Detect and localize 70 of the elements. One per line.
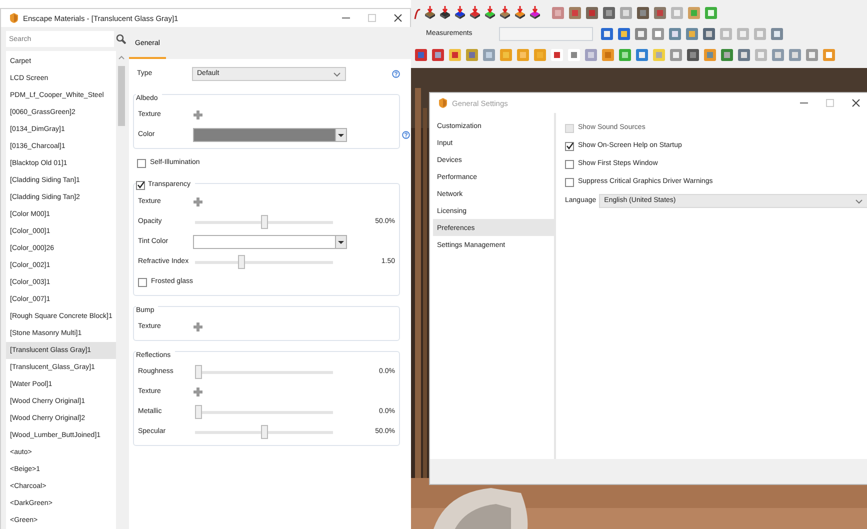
close-icon[interactable] bbox=[852, 99, 860, 107]
tool-icon[interactable] bbox=[567, 48, 581, 62]
curve-icon[interactable] bbox=[414, 6, 421, 20]
maximize-icon[interactable] bbox=[826, 99, 834, 107]
tool-icon[interactable] bbox=[601, 48, 615, 62]
slider-thumb[interactable] bbox=[238, 255, 246, 270]
slider-track[interactable] bbox=[195, 405, 333, 420]
slider-track[interactable] bbox=[195, 255, 333, 270]
slider-thumb[interactable] bbox=[195, 365, 202, 380]
tool-icon[interactable] bbox=[550, 48, 564, 62]
tool-icon[interactable] bbox=[585, 6, 599, 20]
tool-icon[interactable] bbox=[636, 6, 650, 20]
tool-icon[interactable] bbox=[448, 48, 462, 62]
caret-icon[interactable] bbox=[337, 238, 345, 246]
tool-icon[interactable] bbox=[653, 6, 667, 20]
slider-thumb[interactable] bbox=[260, 215, 268, 230]
cube-arrow-icon[interactable] bbox=[439, 6, 451, 20]
tool-icon[interactable] bbox=[685, 27, 699, 41]
tool-icon[interactable] bbox=[635, 48, 649, 62]
cube-arrow-icon[interactable] bbox=[514, 6, 526, 20]
checkbox[interactable] bbox=[565, 160, 574, 168]
tool-icon[interactable] bbox=[668, 27, 682, 41]
cube-arrow-icon[interactable] bbox=[454, 6, 466, 20]
checkbox[interactable] bbox=[137, 158, 146, 168]
tool-icon[interactable] bbox=[720, 48, 734, 62]
plus-icon[interactable] bbox=[193, 197, 203, 208]
tool-icon[interactable] bbox=[737, 48, 751, 62]
tool-icon[interactable] bbox=[617, 27, 631, 41]
scroll-up-icon[interactable] bbox=[118, 55, 124, 60]
color-picker[interactable] bbox=[193, 235, 347, 250]
slider-thumb[interactable] bbox=[260, 425, 268, 440]
caret-icon[interactable] bbox=[337, 132, 345, 138]
slider-track[interactable] bbox=[195, 215, 333, 230]
checkbox[interactable] bbox=[138, 278, 147, 287]
color-picker[interactable] bbox=[193, 128, 347, 142]
tool-icon[interactable] bbox=[602, 6, 616, 20]
close-icon[interactable] bbox=[394, 14, 402, 22]
help-icon[interactable] bbox=[392, 70, 400, 78]
cube-arrow-icon[interactable] bbox=[529, 6, 541, 20]
checkbox[interactable] bbox=[565, 142, 574, 150]
cube-arrow-icon[interactable] bbox=[499, 6, 511, 20]
tool-icon[interactable] bbox=[465, 48, 479, 62]
plus-icon[interactable] bbox=[193, 387, 203, 398]
cube-arrow-icon[interactable] bbox=[469, 6, 481, 20]
shield-icon bbox=[438, 98, 448, 108]
cube-arrow-icon[interactable] bbox=[424, 6, 436, 20]
slider-thumb[interactable] bbox=[195, 405, 202, 420]
tool-icon[interactable] bbox=[702, 27, 716, 41]
checkbox[interactable] bbox=[565, 178, 574, 186]
tool-icon[interactable] bbox=[568, 6, 582, 20]
measurements-field[interactable] bbox=[499, 27, 593, 41]
slider-track[interactable] bbox=[195, 365, 333, 380]
search-icon[interactable] bbox=[116, 34, 126, 44]
checkbox[interactable] bbox=[136, 180, 145, 190]
help-icon[interactable] bbox=[402, 131, 410, 139]
shield-icon bbox=[9, 13, 19, 23]
tool-icon[interactable] bbox=[686, 48, 700, 62]
tool-icon[interactable] bbox=[634, 27, 648, 41]
plus-icon[interactable] bbox=[193, 322, 203, 332]
plus-icon[interactable] bbox=[193, 110, 203, 120]
scroll-thumb[interactable] bbox=[118, 66, 124, 126]
slider-track[interactable] bbox=[195, 425, 333, 440]
tool-icon[interactable] bbox=[703, 48, 717, 62]
tool-icon[interactable] bbox=[770, 27, 784, 41]
tool-icon[interactable] bbox=[651, 27, 665, 41]
tool-icon[interactable] bbox=[600, 27, 614, 41]
maximize-icon[interactable] bbox=[368, 14, 376, 22]
cube-arrow-icon[interactable] bbox=[484, 6, 496, 20]
tool-icon[interactable] bbox=[414, 48, 428, 62]
tool-icon[interactable] bbox=[431, 48, 445, 62]
